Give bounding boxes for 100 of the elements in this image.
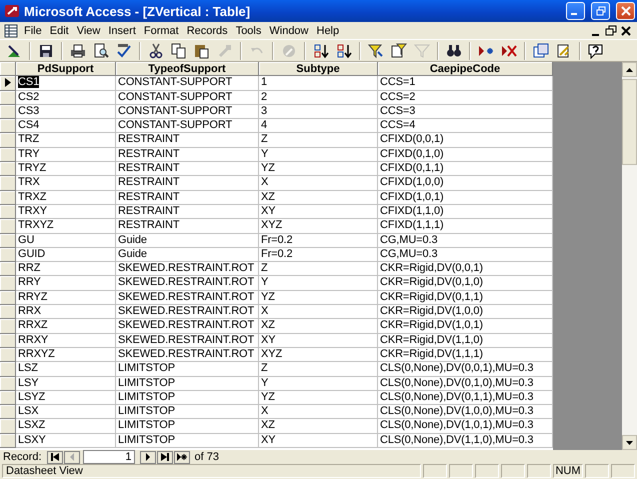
menu-item[interactable]: Help (312, 24, 344, 36)
table-cell[interactable]: TRXZ (18, 190, 46, 203)
table-cell[interactable]: CFIXD(1,1,1) (380, 219, 444, 232)
table-cell[interactable]: TRX (18, 176, 40, 188)
table-cell[interactable]: Z (261, 133, 268, 146)
table-cell[interactable]: RESTRAINT (118, 204, 180, 217)
next-record-button[interactable] (140, 450, 156, 464)
table-cell[interactable]: CFIXD(0,0,1) (380, 133, 444, 146)
table-cell[interactable]: YZ (261, 390, 275, 403)
table-cell[interactable]: CKR=Rigid,DV(1,1,0) (380, 334, 483, 346)
table-cell[interactable]: Fr=0.2 (261, 234, 292, 246)
table-cell[interactable]: CLS(0,None),DV(1,0,0),MU=0.3 (380, 405, 534, 418)
table-cell[interactable]: SKEWED.RESTRAINT.ROT (118, 262, 254, 274)
menu-item[interactable]: View (72, 24, 104, 36)
table-cell[interactable]: RRXY (18, 334, 48, 346)
table-cell[interactable]: LIMITSTOP (118, 419, 175, 432)
table-cell[interactable]: X (261, 176, 268, 188)
table-cell[interactable]: CS1 (18, 76, 40, 88)
table-cell[interactable]: YZ (261, 290, 275, 303)
table-cell[interactable]: CFIXD(1,0,1) (380, 190, 444, 203)
table-cell[interactable]: CONSTANT-SUPPORT (118, 104, 232, 117)
select-all-button[interactable] (0, 62, 16, 76)
table-cell[interactable]: RESTRAINT (118, 176, 180, 188)
column-header[interactable]: CaepipeCode (378, 62, 553, 76)
menu-item[interactable]: Tools (232, 24, 266, 36)
table-cell[interactable]: RESTRAINT (118, 190, 180, 203)
table-cell[interactable]: RRY (18, 276, 41, 288)
child-restore-button[interactable] (603, 24, 618, 38)
table-cell[interactable]: CKR=Rigid,DV(0,1,0) (380, 276, 483, 288)
table-cell[interactable]: Y (261, 376, 268, 389)
column-header[interactable]: TypeofSupport (116, 62, 259, 76)
table-cell[interactable]: RRZ (18, 262, 40, 274)
table-cell[interactable]: CLS(0,None),DV(0,1,1),MU=0.3 (380, 390, 534, 403)
table-cell[interactable]: SKEWED.RESTRAINT.ROT (118, 319, 254, 332)
column-header[interactable]: Subtype (259, 62, 378, 76)
table-cell[interactable]: 2 (261, 90, 268, 103)
table-cell[interactable]: RESTRAINT (118, 148, 180, 160)
table-cell[interactable]: Guide (118, 234, 147, 246)
menu-item[interactable]: Window (265, 24, 312, 36)
table-cell[interactable]: TRXY (18, 204, 47, 217)
table-cell[interactable]: CFIXD(0,1,1) (380, 162, 444, 174)
menu-item[interactable]: Format (140, 24, 183, 36)
table-cell[interactable]: SKEWED.RESTRAINT.ROT (118, 348, 254, 360)
row-selector[interactable] (0, 76, 16, 91)
table-cell[interactable]: TRY (18, 148, 40, 160)
table-cell[interactable]: 4 (261, 119, 268, 132)
table-cell[interactable]: CONSTANT-SUPPORT (118, 90, 232, 103)
record-number-field[interactable]: 1 (82, 450, 135, 464)
last-record-button[interactable] (156, 450, 173, 464)
table-cell[interactable]: YZ (261, 162, 275, 174)
table-cell[interactable]: CONSTANT-SUPPORT (118, 119, 232, 132)
table-cell[interactable]: RESTRAINT (118, 162, 180, 174)
table-cell[interactable]: RRX (18, 305, 41, 318)
table-cell[interactable]: SKEWED.RESTRAINT.ROT (118, 305, 254, 318)
table-cell[interactable]: CLS(0,None),DV(0,1,0),MU=0.3 (380, 376, 534, 389)
table-cell[interactable]: X (261, 305, 268, 318)
table-cell[interactable]: CFIXD(1,1,0) (380, 204, 444, 217)
table-cell[interactable]: SKEWED.RESTRAINT.ROT (118, 290, 254, 303)
menu-item[interactable]: Records (182, 24, 232, 36)
table-cell[interactable]: CONSTANT-SUPPORT (118, 76, 232, 88)
table-cell[interactable]: LSZ (18, 362, 38, 374)
table-cell[interactable]: LIMITSTOP (118, 390, 175, 403)
table-cell[interactable]: Y (261, 276, 268, 288)
column-header[interactable]: PdSupport (16, 62, 116, 76)
table-cell[interactable]: CKR=Rigid,DV(1,0,0) (380, 305, 483, 318)
new-record-button[interactable] (174, 450, 190, 464)
table-cell[interactable]: CKR=Rigid,DV(0,0,1) (380, 262, 483, 274)
table-cell[interactable]: LSXY (18, 434, 46, 446)
table-cell[interactable]: LIMITSTOP (118, 405, 175, 418)
table-cell[interactable]: CKR=Rigid,DV(1,0,1) (380, 319, 483, 332)
table-cell[interactable]: Z (261, 362, 268, 374)
table-cell[interactable]: 3 (261, 104, 268, 117)
table-cell[interactable]: LSY (18, 376, 38, 389)
scrollbar-thumb[interactable] (622, 79, 637, 165)
menu-item[interactable]: Edit (46, 24, 73, 36)
table-cell[interactable]: SKEWED.RESTRAINT.ROT (118, 334, 254, 346)
table-cell[interactable]: CLS(0,None),DV(0,0,1),MU=0.3 (380, 362, 534, 374)
table-cell[interactable]: CKR=Rigid,DV(1,1,1) (380, 348, 483, 360)
table-cell[interactable]: LSYZ (18, 390, 46, 403)
table-cell[interactable]: CCS=1 (380, 76, 416, 88)
table-cell[interactable]: RESTRAINT (118, 133, 180, 146)
table-cell[interactable]: TRXYZ (18, 219, 54, 232)
table-cell[interactable]: CLS(0,None),DV(1,0,1),MU=0.3 (380, 419, 534, 432)
table-cell[interactable]: Fr=0.2 (261, 248, 292, 260)
table-cell[interactable]: X (261, 405, 268, 418)
table-cell[interactable]: XZ (261, 319, 275, 332)
table-cell[interactable]: Z (261, 262, 268, 274)
table-cell[interactable]: XZ (261, 190, 275, 203)
table-cell[interactable]: Guide (118, 248, 147, 260)
table-cell[interactable]: LSXZ (18, 419, 46, 432)
table-cell[interactable]: TRZ (18, 133, 40, 146)
table-cell[interactable]: LIMITSTOP (118, 362, 175, 374)
table-cell[interactable]: SKEWED.RESTRAINT.ROT (118, 276, 254, 288)
minimize-button[interactable] (566, 2, 585, 20)
table-cell[interactable]: CG,MU=0.3 (380, 248, 438, 260)
table-cell[interactable]: CG,MU=0.3 (380, 234, 438, 246)
table-cell[interactable]: CFIXD(0,1,0) (380, 148, 444, 160)
table-cell[interactable]: RRXYZ (18, 348, 55, 360)
table-cell[interactable]: LIMITSTOP (118, 434, 175, 446)
table-cell[interactable]: CCS=3 (380, 104, 416, 117)
